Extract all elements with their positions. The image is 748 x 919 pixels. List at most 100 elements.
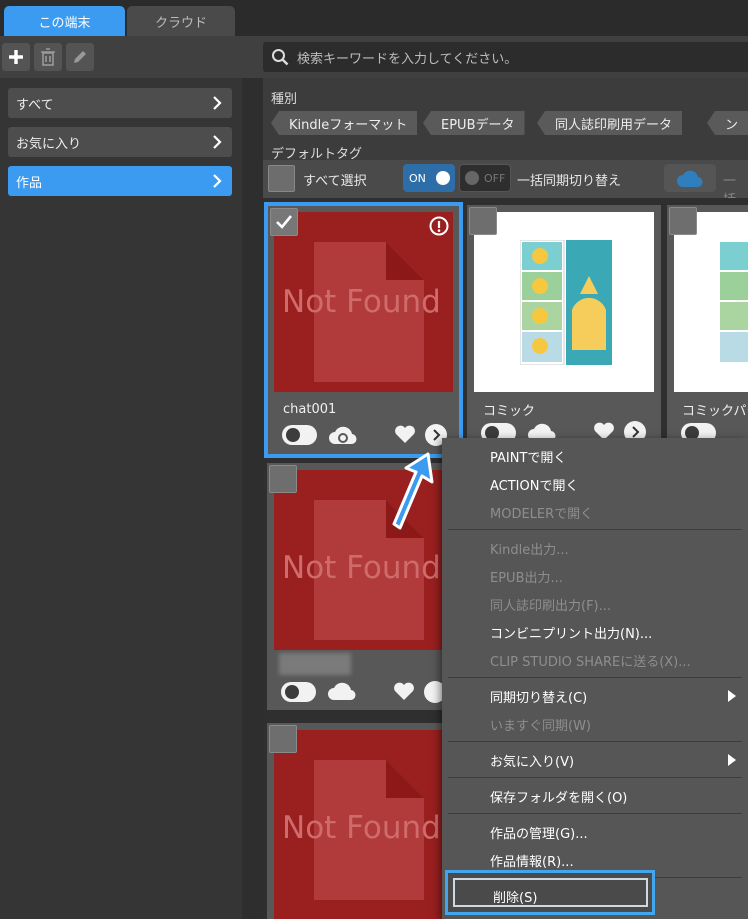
- tab-cloud[interactable]: クラウド: [127, 6, 235, 36]
- sync-switch[interactable]: [282, 425, 317, 445]
- card-checkbox[interactable]: [269, 725, 297, 753]
- type-label: 種別: [271, 92, 298, 107]
- toggle-knob: [465, 171, 479, 185]
- search-icon: [272, 49, 289, 66]
- not-found-text: Not Found: [282, 810, 441, 846]
- submenu-arrow-icon: [728, 754, 736, 766]
- menu-item-open-folder[interactable]: 保存フォルダを開く(O): [490, 787, 627, 806]
- toggle-knob: [436, 171, 450, 185]
- sidebar-item-label: 作品: [16, 175, 43, 191]
- menu-separator: [448, 677, 742, 678]
- menu-separator: [448, 813, 742, 814]
- heart-icon[interactable]: [394, 424, 416, 444]
- work-card-selected[interactable]: Not Found chat001: [264, 202, 463, 458]
- menu-separator: [448, 529, 742, 530]
- menu-item-favorite[interactable]: お気に入り(V): [490, 751, 574, 770]
- sidebar-item-label: お気に入り: [16, 136, 82, 152]
- trash-icon: [41, 48, 55, 66]
- card-checkbox[interactable]: [469, 207, 497, 235]
- menu-separator: [448, 741, 742, 742]
- sidebar-item-label: すべて: [16, 97, 54, 113]
- card-checkbox[interactable]: [669, 207, 697, 235]
- card-title: chat001: [283, 402, 337, 417]
- delete-label: 削除(S): [493, 891, 538, 906]
- search-input[interactable]: 検索キーワードを入力してください。: [297, 48, 517, 67]
- tag-doujin[interactable]: 同人誌印刷用データ: [537, 111, 683, 135]
- context-menu: PAINTで開く ACTIONで開く MODELERで開く Kindle出力..…: [442, 438, 748, 919]
- delete-highlight-frame: [453, 878, 648, 907]
- edit-button[interactable]: [66, 43, 94, 71]
- chevron-right-icon: [632, 426, 640, 438]
- off-label: OFF: [484, 171, 506, 185]
- menu-item-manage-work[interactable]: 作品の管理(G)...: [490, 823, 588, 842]
- work-card[interactable]: コミック: [467, 205, 661, 450]
- menu-item-sync-now: いますぐ同期(W): [490, 719, 591, 734]
- cloud-sync-icon[interactable]: [328, 424, 358, 446]
- not-found-text: Not Found: [282, 284, 441, 320]
- menu-item-sync-toggle[interactable]: 同期切り替え(C): [490, 687, 587, 706]
- toolbar: 検索キーワードを入力してください。: [0, 36, 748, 78]
- tag-convenience[interactable]: コンビ: [707, 111, 748, 135]
- warning-icon: [429, 216, 449, 236]
- menu-item-delete[interactable]: 削除(S): [445, 870, 655, 915]
- not-found-thumbnail: Not Found: [274, 730, 454, 919]
- tab-bar: この端末 クラウド: [0, 0, 748, 36]
- sidebar-item-all[interactable]: すべて: [8, 88, 232, 118]
- cloud-sync-icon: [677, 170, 703, 188]
- bulk-sync-label: 一括同期切り替え: [517, 174, 622, 189]
- sidebar-item-works[interactable]: 作品: [8, 166, 232, 196]
- menu-item-epub-export: EPUB出力...: [490, 571, 563, 586]
- chevron-right-icon: [213, 174, 222, 188]
- splitter[interactable]: [242, 78, 263, 919]
- comic-thumbnail: [674, 212, 748, 392]
- menu-separator: [448, 777, 742, 778]
- select-all-checkbox[interactable]: [268, 165, 295, 192]
- add-button[interactable]: [2, 43, 30, 71]
- sidebar: すべて お気に入り 作品: [0, 78, 242, 919]
- pointer-arrow-icon: [392, 452, 434, 530]
- chevron-right-icon: [213, 96, 222, 110]
- search-box[interactable]: 検索キーワードを入力してください。: [263, 42, 748, 72]
- comic-thumbnail: [474, 212, 654, 392]
- menu-item-doujin-export: 同人誌印刷出力(F)...: [490, 599, 612, 614]
- sidebar-item-favorites[interactable]: お気に入り: [8, 127, 232, 157]
- delete-button[interactable]: [34, 43, 62, 71]
- tag-epub[interactable]: EPUBデータ: [423, 111, 525, 135]
- chevron-right-icon: [433, 429, 441, 441]
- menu-item-share: CLIP STUDIO SHAREに送る(X)...: [490, 655, 691, 670]
- plus-icon: [9, 50, 23, 64]
- menu-item-open-modeler: MODELERで開く: [490, 507, 594, 522]
- card-checkbox[interactable]: [269, 465, 297, 493]
- not-found-text: Not Found: [282, 550, 441, 586]
- chevron-right-icon: [213, 135, 222, 149]
- card-title: コミックパター: [682, 404, 748, 419]
- menu-item-open-paint[interactable]: PAINTで開く: [490, 447, 566, 466]
- menu-item-open-action[interactable]: ACTIONで開く: [490, 475, 578, 494]
- not-found-thumbnail: Not Found: [274, 212, 453, 392]
- sync-on-toggle[interactable]: ON: [403, 164, 455, 192]
- select-all-label: すべて選択: [303, 174, 367, 189]
- filter-panel: 種別 Kindleフォーマット EPUBデータ 同人誌印刷用データ コンビ デフ…: [263, 78, 748, 162]
- selection-bar: すべて選択 ON OFF 一括同期切り替え 一括: [263, 160, 748, 208]
- cloud-sync-button[interactable]: [664, 164, 716, 192]
- card-checkbox-checked[interactable]: [270, 208, 298, 236]
- comic-preview-image: [520, 240, 612, 365]
- work-card[interactable]: Not Found: [267, 723, 461, 919]
- sync-off-toggle[interactable]: OFF: [459, 164, 511, 192]
- blurred-title: [279, 653, 351, 675]
- submenu-arrow-icon: [728, 690, 736, 702]
- work-card[interactable]: コミックパター: [667, 205, 748, 450]
- sync-switch[interactable]: [281, 682, 316, 702]
- menu-item-work-info[interactable]: 作品情報(R)...: [490, 851, 574, 870]
- menu-item-kindle-export: Kindle出力...: [490, 543, 569, 558]
- tag-kindle[interactable]: Kindleフォーマット: [271, 111, 418, 135]
- pencil-icon: [74, 51, 86, 63]
- tab-this-device[interactable]: この端末: [4, 6, 125, 36]
- comic-preview-image: [720, 242, 748, 362]
- on-label: ON: [409, 171, 426, 185]
- menu-item-convenience-print[interactable]: コンビニプリント出力(N)...: [490, 623, 652, 642]
- checkmark-icon: [276, 215, 293, 229]
- cloud-sync-icon[interactable]: [327, 680, 357, 702]
- heart-icon[interactable]: [393, 681, 415, 701]
- card-title: コミック: [483, 404, 536, 419]
